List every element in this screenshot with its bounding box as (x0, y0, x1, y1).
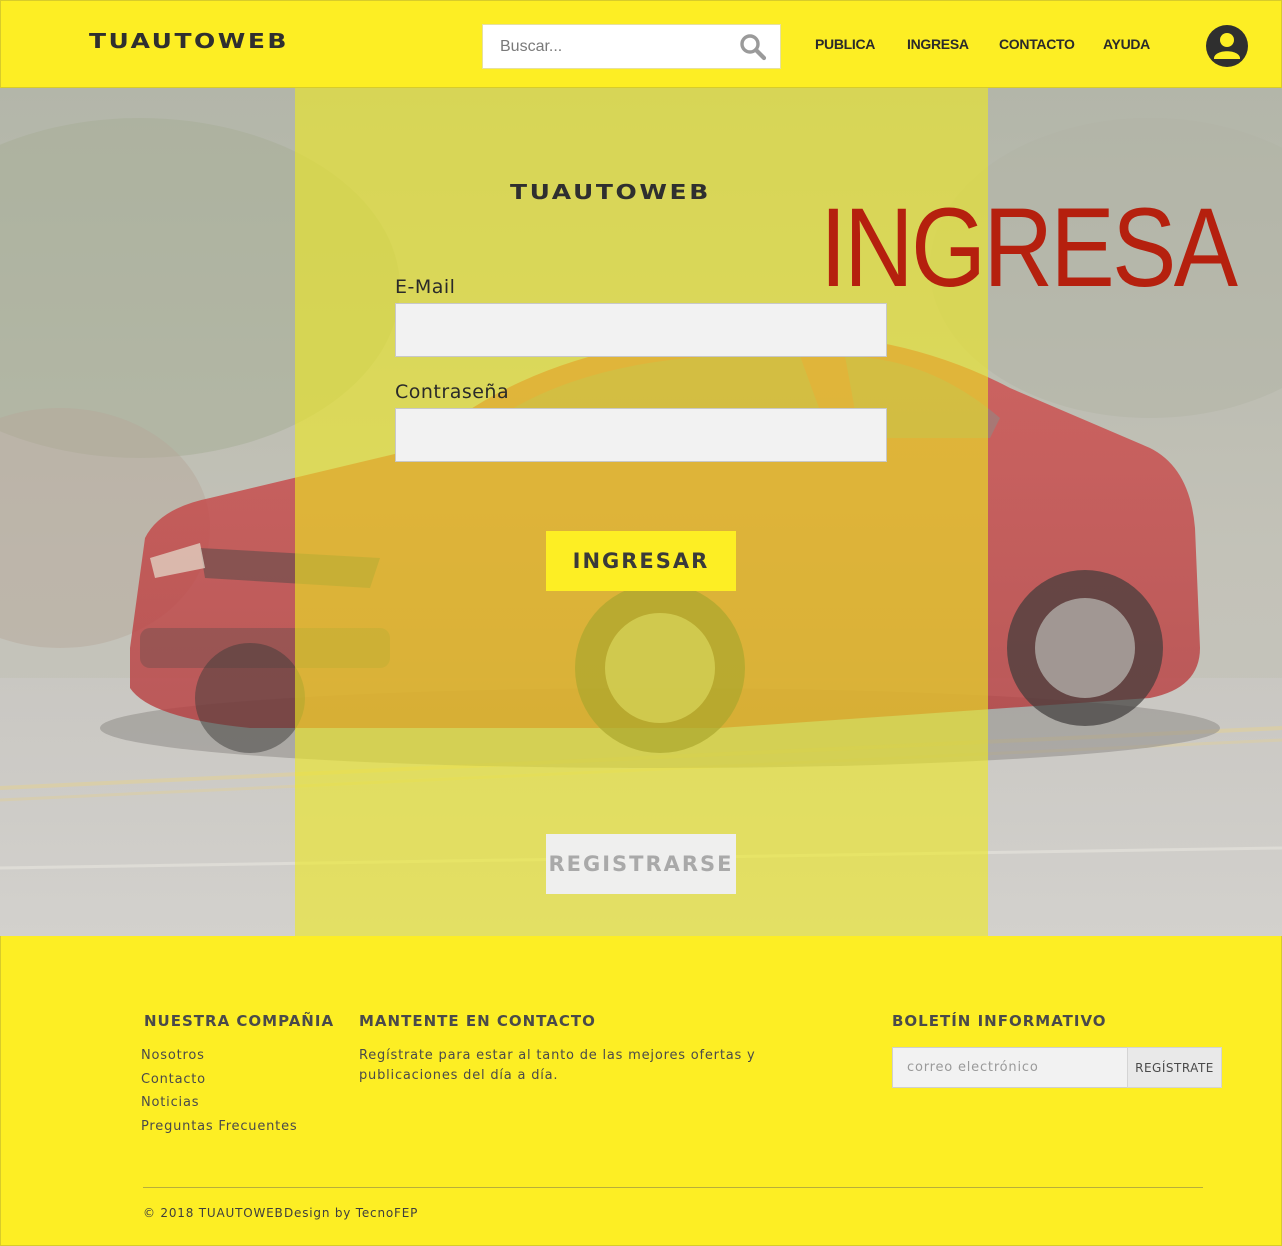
email-label: E-Mail (395, 276, 456, 298)
password-label: Contraseña (395, 381, 510, 403)
search-icon[interactable] (739, 33, 767, 61)
newsletter-email-input[interactable] (892, 1047, 1128, 1088)
copyright-text: © 2018 TUAUTOWEB (143, 1206, 284, 1220)
site-logo[interactable]: TUAUTOWEB (89, 29, 289, 53)
nav-contacto[interactable]: CONTACTO (999, 36, 1075, 52)
registrarse-button[interactable]: REGISTRARSE (546, 834, 736, 894)
footer-link-nosotros[interactable]: Nosotros (141, 1048, 205, 1063)
ingresar-button[interactable]: INGRESAR (546, 531, 736, 591)
footer-link-faq[interactable]: Preguntas Frecuentes (141, 1119, 297, 1134)
site-footer: NUESTRA COMPAÑIA Nosotros Contacto Notic… (0, 936, 1282, 1246)
login-logo: TUAUTOWEB (510, 180, 711, 204)
newsletter-subscribe-button[interactable]: REGÍSTRATE (1127, 1047, 1222, 1088)
password-field[interactable] (395, 408, 887, 462)
design-credit: Design by TecnoFEP (284, 1206, 419, 1220)
search-box[interactable] (482, 24, 781, 69)
page-title: INGRESA (820, 185, 1238, 310)
search-input[interactable] (483, 25, 733, 68)
email-field[interactable] (395, 303, 887, 357)
user-icon[interactable] (1205, 24, 1249, 68)
footer-link-noticias[interactable]: Noticias (141, 1095, 199, 1110)
site-header: TUAUTOWEB PUBLICA INGRESA CONTACTO AYUDA (0, 0, 1282, 88)
nav-ingresa[interactable]: INGRESA (907, 36, 969, 52)
footer-divider (143, 1187, 1203, 1188)
contact-heading: MANTENTE EN CONTACTO (359, 1012, 596, 1030)
footer-link-contacto[interactable]: Contacto (141, 1072, 206, 1087)
nav-publica[interactable]: PUBLICA (815, 36, 875, 52)
nav-ayuda[interactable]: AYUDA (1103, 36, 1150, 52)
contact-text: Regístrate para estar al tanto de las me… (359, 1048, 756, 1083)
newsletter-heading: BOLETÍN INFORMATIVO (892, 1012, 1107, 1030)
company-heading: NUESTRA COMPAÑIA (144, 1012, 335, 1030)
